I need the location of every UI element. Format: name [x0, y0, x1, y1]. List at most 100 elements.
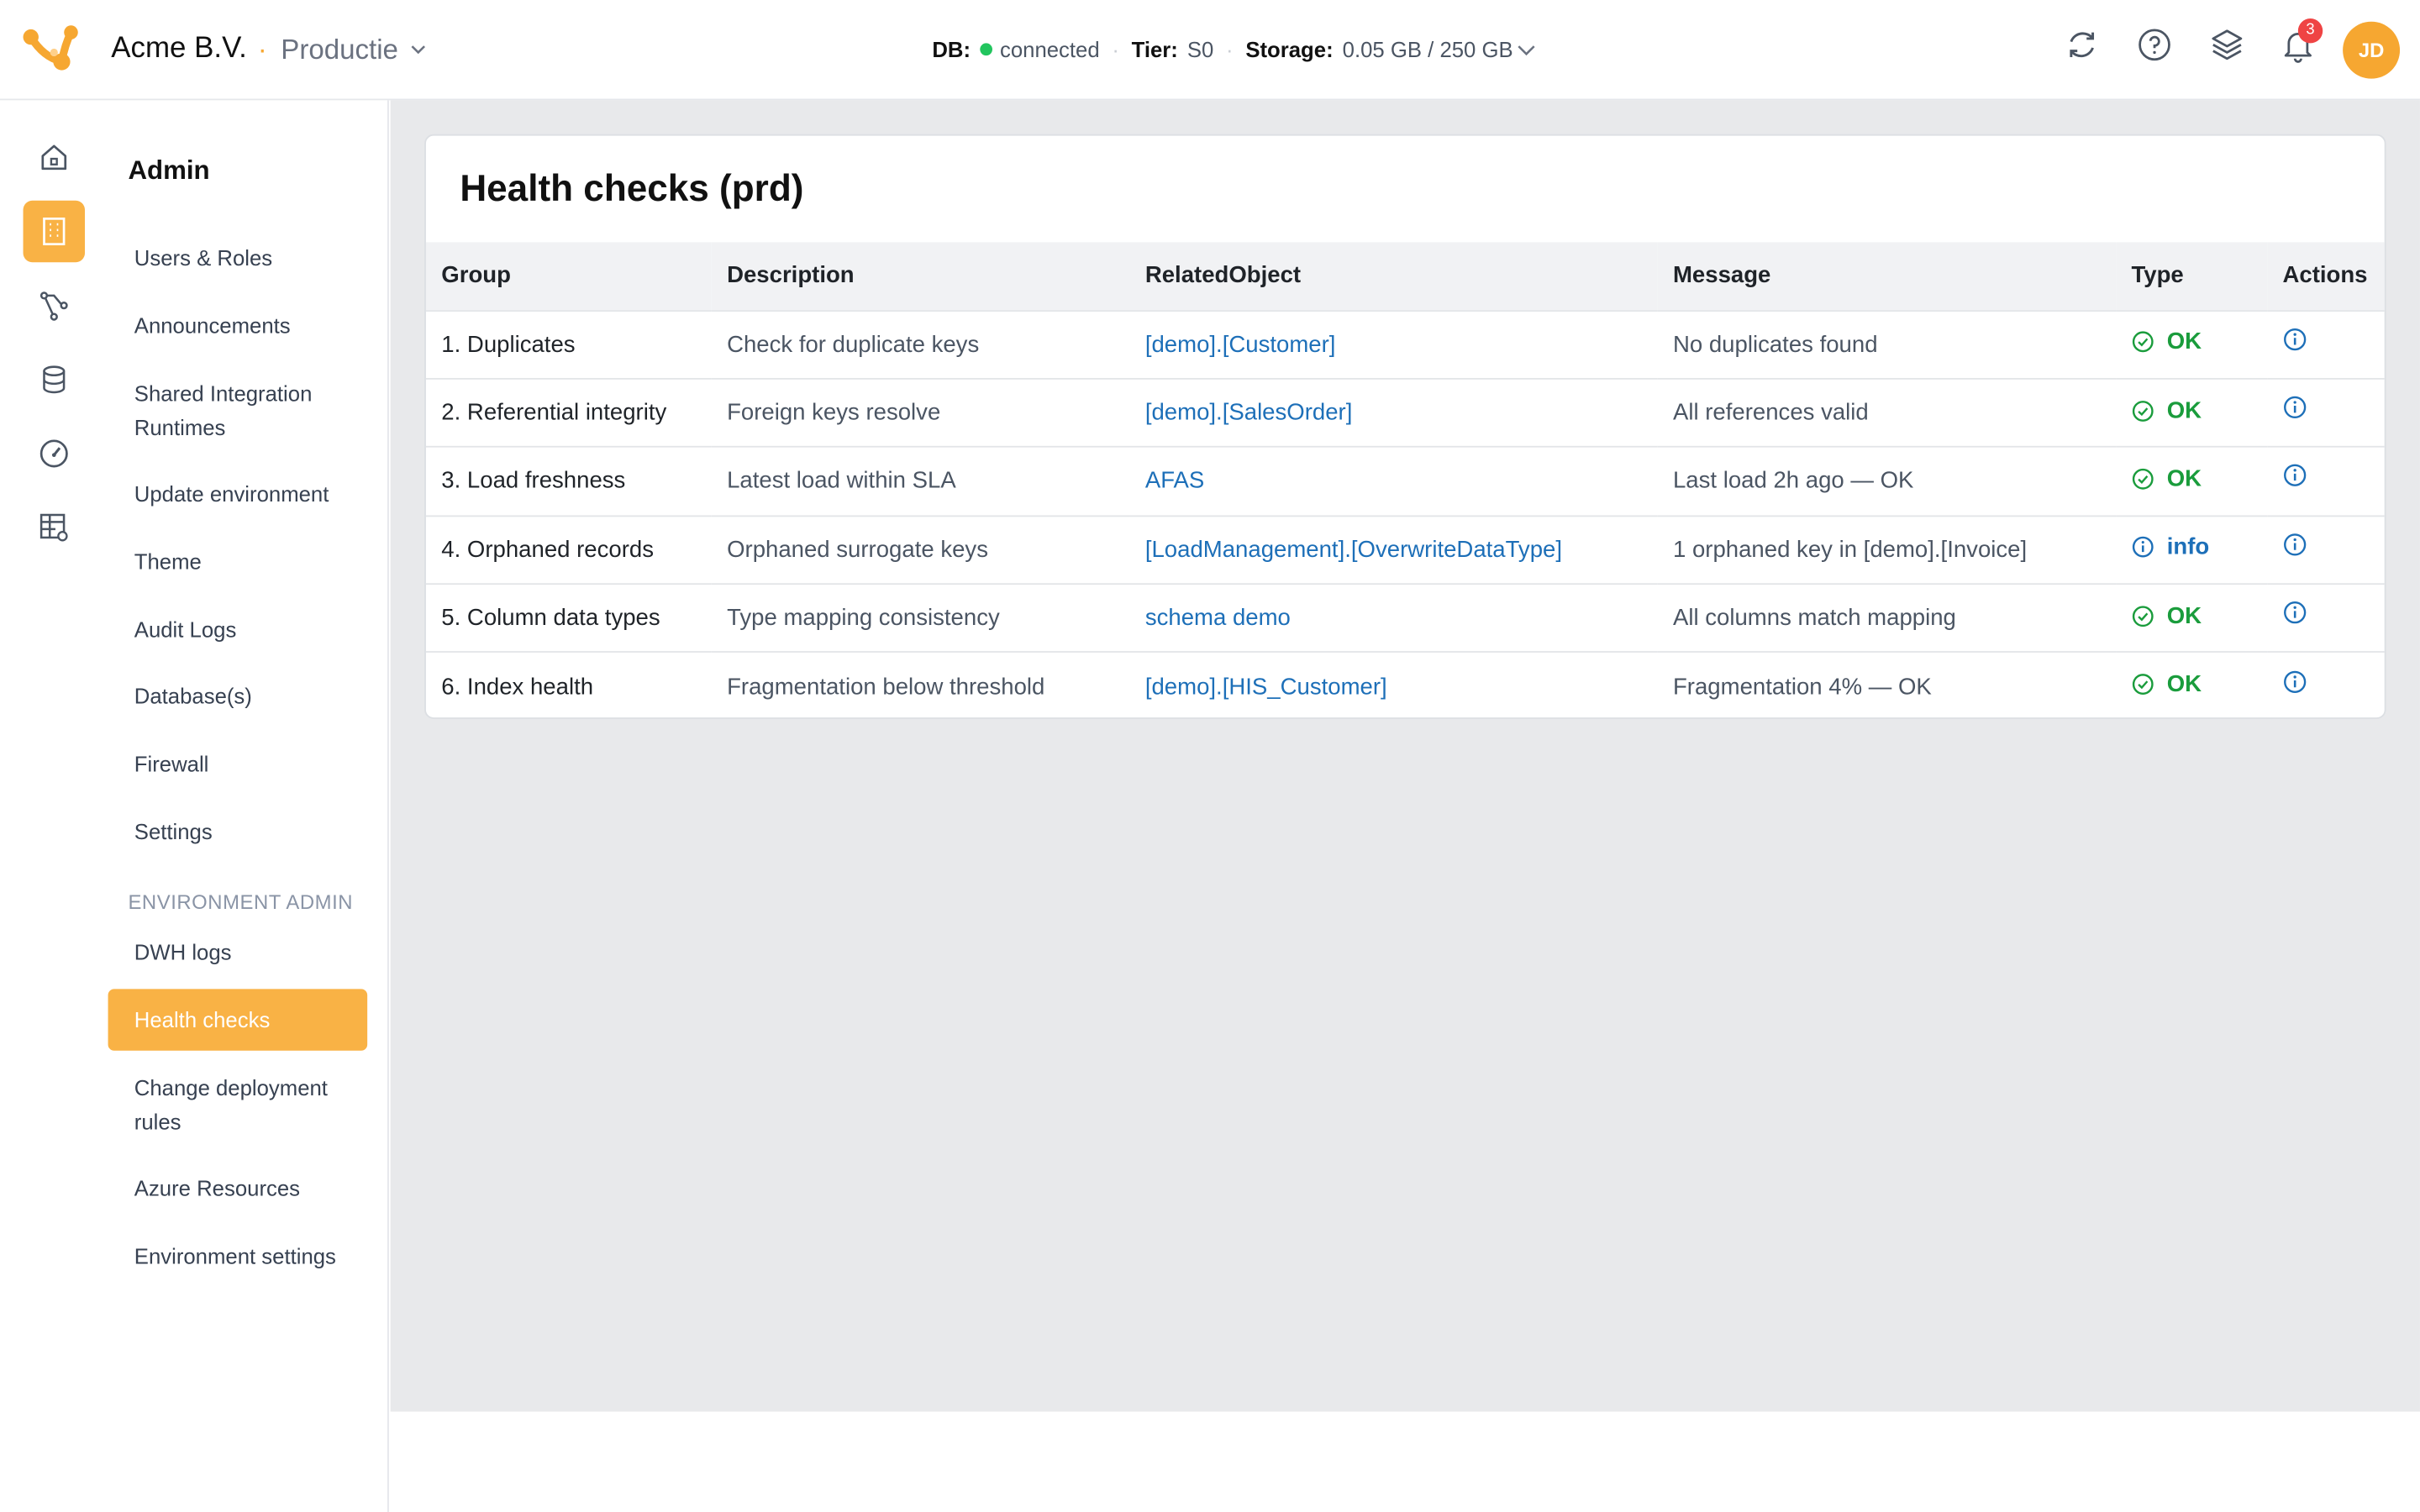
rail-monitor-button[interactable]	[24, 423, 85, 484]
menu-item-databases[interactable]: Database(s)	[108, 679, 368, 712]
cell-related-object-link[interactable]: AFAS	[1129, 447, 1657, 516]
cell-actions	[2267, 447, 2385, 516]
org-name[interactable]: Acme B.V.	[111, 33, 247, 66]
cell-description: Type mapping consistency	[727, 605, 1000, 632]
type-badge: OK	[2131, 672, 2202, 698]
menu-item-azure-resources[interactable]: Azure Resources	[108, 1171, 368, 1205]
info-icon[interactable]	[2282, 395, 2307, 419]
cell-description: Foreign keys resolve	[727, 399, 941, 427]
type-label: OK	[2166, 397, 2202, 424]
chevron-down-icon[interactable]	[411, 42, 426, 57]
menu-section-environment-admin: ENVIRONMENT ADMIN	[128, 890, 354, 914]
cell-type: OK	[2116, 653, 2267, 717]
cell-actions	[2267, 584, 2385, 653]
pipeline-icon	[39, 291, 68, 321]
cell-related-object-link[interactable]: [demo].[Customer]	[1129, 310, 1657, 379]
gauge-icon	[39, 439, 68, 468]
cell-message: Fragmentation 4% — OK	[1672, 674, 1932, 701]
cell-actions	[2267, 653, 2385, 717]
rail-admin-button[interactable]	[23, 200, 86, 263]
table-row: 6. Index health Fragmentation below thres…	[425, 652, 2385, 717]
type-label: info	[2166, 534, 2210, 561]
check-circle-icon	[2131, 605, 2166, 628]
main-content: Health checks (prd) Group Description Re…	[390, 100, 2420, 1412]
cell-group: 5. Column data types	[441, 605, 660, 632]
table-row: 4. Orphaned records Orphaned surrogate ke…	[425, 515, 2385, 585]
type-badge: OK	[2131, 466, 2202, 492]
cell-actions	[2267, 379, 2385, 448]
menu-item-audit-logs[interactable]: Audit Logs	[108, 612, 368, 646]
status-expand-chevron-icon[interactable]	[1517, 42, 1535, 57]
rail-table-settings-button[interactable]	[24, 496, 85, 558]
info-icon[interactable]	[2282, 669, 2307, 694]
menu-item-users-roles[interactable]: Users & Roles	[108, 241, 368, 275]
cell-actions	[2267, 310, 2385, 379]
menu-item-dwh-logs[interactable]: DWH logs	[108, 935, 368, 969]
column-header-message[interactable]: Message	[1658, 242, 2117, 310]
table-header-row: Group Description RelatedObject Message …	[425, 242, 2385, 311]
type-label: OK	[2166, 602, 2202, 629]
cell-related-object-link[interactable]: [demo].[SalesOrder]	[1129, 379, 1657, 448]
cell-description: Latest load within SLA	[727, 468, 956, 495]
menu-item-theme[interactable]: Theme	[108, 544, 368, 578]
menu-item-update-environment[interactable]: Update environment	[108, 477, 368, 511]
column-header-related-object[interactable]: RelatedObject	[1129, 242, 1657, 310]
help-icon[interactable]	[2136, 26, 2173, 63]
cell-message: All references valid	[1672, 399, 1869, 427]
status-separator: ·	[1112, 37, 1119, 62]
check-circle-icon	[2131, 399, 2166, 423]
cell-message: All columns match mapping	[1672, 605, 1956, 632]
column-header-description[interactable]: Description	[712, 242, 1130, 310]
cell-message: Last load 2h ago — OK	[1672, 468, 1914, 495]
user-avatar[interactable]: JD	[2343, 21, 2401, 79]
cell-description: Check for duplicate keys	[727, 331, 980, 358]
cell-related-object-link[interactable]: [demo].[HIS_Customer]	[1129, 653, 1657, 717]
admin-building-icon	[43, 218, 66, 246]
cell-related-object-link[interactable]: [LoadManagement].[OverwriteDataType]	[1129, 516, 1657, 585]
database-icon	[43, 365, 66, 394]
cell-type: OK	[2116, 310, 2267, 379]
column-header-group[interactable]: Group	[426, 242, 712, 310]
menu-item-announcements[interactable]: Announcements	[108, 308, 368, 342]
app-logo-icon[interactable]	[18, 24, 80, 73]
refresh-icon[interactable]	[2064, 26, 2101, 63]
type-label: OK	[2166, 671, 2202, 698]
info-icon[interactable]	[2282, 532, 2307, 556]
menu-item-shared-integration-runtimes[interactable]: Shared Integration Runtimes	[108, 376, 368, 444]
table-row: 3. Load freshness Latest load within SLA A…	[425, 447, 2385, 516]
check-circle-icon	[2131, 674, 2166, 697]
check-circle-icon	[2131, 330, 2166, 354]
table-row: 1. Duplicates Check for duplicate keys [de…	[425, 310, 2385, 379]
environment-selector[interactable]: Productie	[281, 34, 398, 66]
menu-item-environment-settings[interactable]: Environment settings	[108, 1239, 368, 1273]
type-badge: OK	[2131, 329, 2202, 355]
info-icon[interactable]	[2282, 464, 2307, 488]
menu-title: Admin	[128, 155, 210, 186]
layers-icon[interactable]	[2208, 26, 2245, 63]
health-checks-card: Health checks (prd) Group Description Re…	[424, 134, 2386, 719]
menu-item-firewall[interactable]: Firewall	[108, 747, 368, 780]
info-icon[interactable]	[2282, 327, 2307, 351]
type-badge: OK	[2131, 397, 2202, 423]
table-row: 2. Referential integrity Foreign keys res…	[425, 378, 2385, 448]
cell-group: 4. Orphaned records	[441, 536, 654, 564]
menu-item-change-deployment-rules[interactable]: Change deployment rules	[108, 1071, 368, 1139]
header-separator: ·	[257, 34, 267, 66]
cell-type: OK	[2116, 379, 2267, 448]
cell-description: Fragmentation below threshold	[727, 674, 1045, 701]
notification-badge: 3	[2297, 18, 2323, 44]
rail-home-button[interactable]	[24, 127, 85, 188]
cell-group: 1. Duplicates	[441, 331, 576, 358]
column-header-type[interactable]: Type	[2116, 242, 2267, 310]
menu-item-health-checks[interactable]: Health checks	[108, 989, 368, 1051]
rail-database-button[interactable]	[24, 349, 85, 410]
info-circle-icon	[2131, 536, 2166, 559]
check-circle-icon	[2131, 467, 2166, 491]
connection-status: DB: connected · Tier: S0 · Storage: 0.05…	[932, 37, 1512, 61]
menu-item-settings[interactable]: Settings	[108, 815, 368, 848]
rail-pipeline-button[interactable]	[24, 275, 85, 336]
info-icon[interactable]	[2282, 601, 2307, 625]
admin-menu: Admin Users & Roles Announcements Shared…	[108, 100, 389, 1512]
cell-actions	[2267, 516, 2385, 585]
cell-related-object-link[interactable]: schema demo	[1129, 584, 1657, 653]
